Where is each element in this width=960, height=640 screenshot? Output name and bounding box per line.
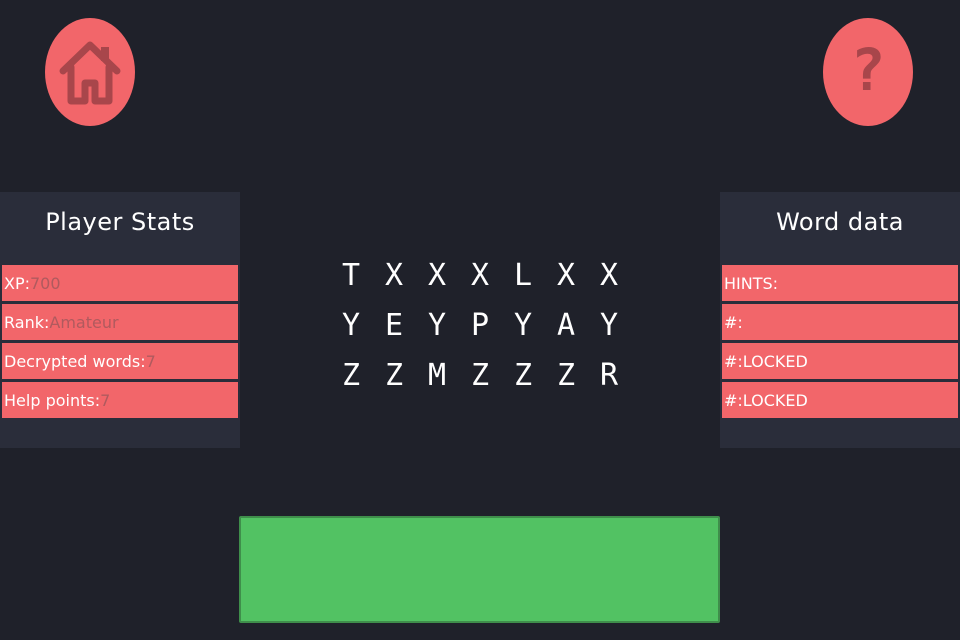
grid-row: ZZMZZZR [330, 350, 630, 400]
grid-letter: X [470, 257, 490, 293]
rank-label: Rank: [4, 312, 50, 332]
grid-letter: X [384, 257, 404, 293]
grid-letter: X [599, 257, 619, 293]
grid-letter: E [384, 307, 404, 343]
word-data-title: Word data [776, 208, 904, 236]
xp-label: XP: [4, 273, 30, 293]
hints-row: HINTS: [722, 265, 958, 301]
player-stats-title: Player Stats [45, 208, 195, 236]
grid-letter: A [556, 307, 576, 343]
hint-slot-3-label: #:LOCKED [724, 390, 808, 410]
decrypted-words-row: Decrypted words: 7 [2, 343, 238, 379]
question-mark-icon: ? [850, 36, 886, 104]
player-stats-panel: Player Stats XP: 700 Rank: Amateur Decrypt… [0, 192, 240, 448]
grid-letter: Y [599, 307, 619, 343]
hint-slot-2[interactable]: #:LOCKED [722, 343, 958, 379]
grid-letter: X [556, 257, 576, 293]
help-button[interactable]: ? [823, 18, 913, 126]
grid-letter: Z [513, 357, 533, 393]
rank-value: Amateur [49, 312, 119, 332]
grid-row: TXXXLXX [330, 250, 630, 300]
decrypted-words-value: 7 [145, 351, 156, 371]
hints-label: HINTS: [724, 273, 779, 293]
xp-value: 700 [30, 273, 61, 293]
grid-letter: Y [513, 307, 533, 343]
grid-letter: Y [427, 307, 447, 343]
grid-letter: M [427, 357, 447, 393]
word-data-panel: Word data HINTS: #: #:LOCKED #:LOCKED [720, 192, 960, 448]
home-icon [59, 41, 121, 105]
grid-row: YEYPYAY [330, 300, 630, 350]
hint-slot-1[interactable]: #: [722, 304, 958, 340]
help-points-row: Help points: 7 [2, 382, 238, 418]
grid-letter: Z [556, 357, 576, 393]
grid-letter: P [470, 307, 490, 343]
grid-letter: Z [470, 357, 490, 393]
help-points-value: 7 [100, 390, 111, 410]
hint-slot-3[interactable]: #:LOCKED [722, 382, 958, 418]
grid-letter: T [341, 257, 361, 293]
hint-slot-2-label: #:LOCKED [724, 351, 808, 371]
grid-letter: L [513, 257, 533, 293]
home-button[interactable] [45, 18, 135, 126]
grid-letter: Z [341, 357, 361, 393]
grid-letter: X [427, 257, 447, 293]
rank-row: Rank: Amateur [2, 304, 238, 340]
grid-letter: R [599, 357, 619, 393]
decrypted-words-label: Decrypted words: [4, 351, 146, 371]
grid-letter: Z [384, 357, 404, 393]
answer-input[interactable] [239, 516, 720, 623]
hint-slot-1-label: #: [724, 312, 743, 332]
xp-row: XP: 700 [2, 265, 238, 301]
grid-letter: Y [341, 307, 361, 343]
help-points-label: Help points: [4, 390, 101, 410]
letter-grid: TXXXLXXYEYPYAYZZMZZZR [330, 250, 630, 400]
